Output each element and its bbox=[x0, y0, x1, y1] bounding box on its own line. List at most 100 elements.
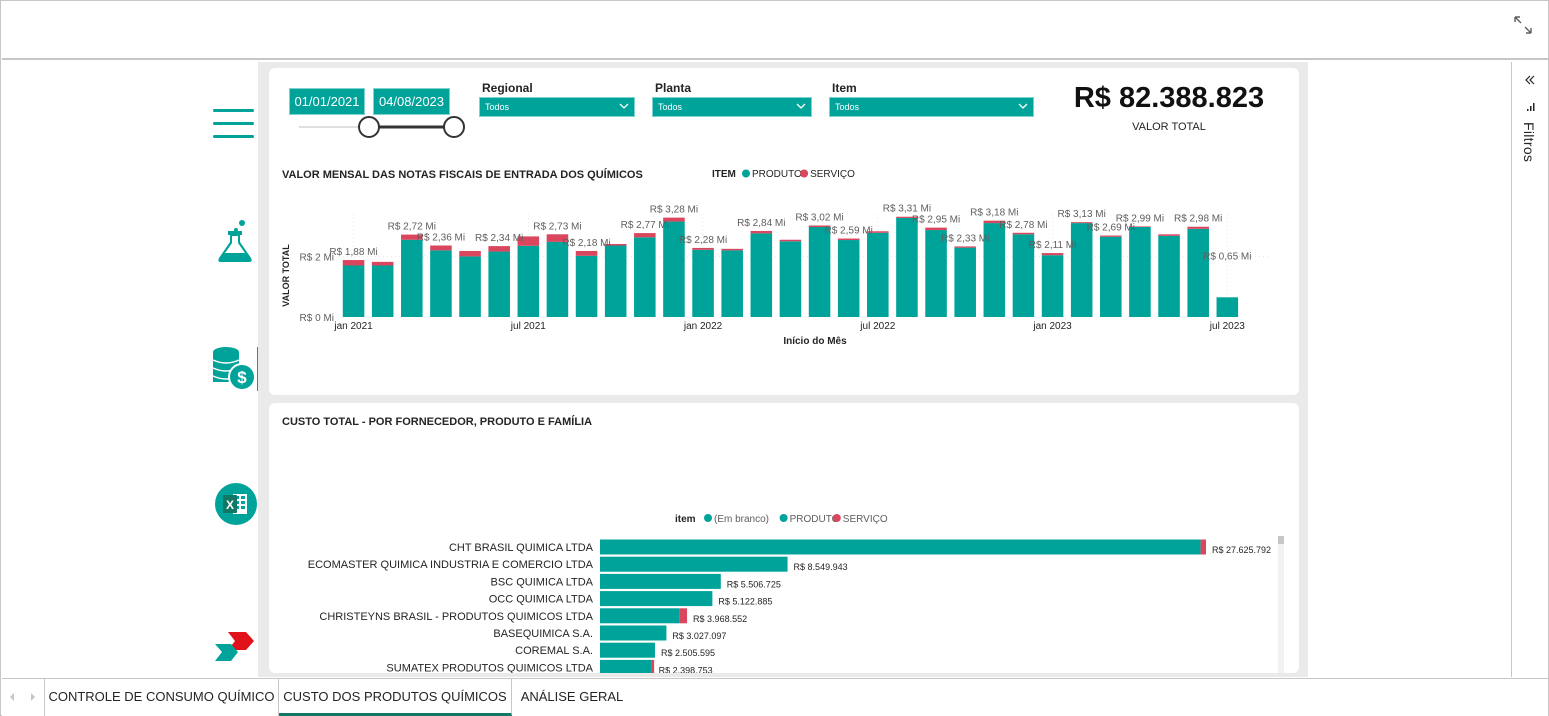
start-date-input[interactable]: 01/01/2021 bbox=[289, 88, 365, 115]
bar-produto bbox=[430, 250, 452, 317]
bar-produto bbox=[600, 539, 1201, 555]
bar-servico bbox=[925, 227, 947, 231]
x-tick-label: jan 2021 bbox=[333, 321, 373, 332]
end-date-input[interactable]: 04/08/2023 bbox=[373, 88, 450, 115]
monthly-chart: ITEM PRODUTO SERVIÇOR$ 0 MiR$ 2 MiVALOR TO… bbox=[281, 169, 1271, 347]
data-label: R$ 2,28 Mi bbox=[679, 235, 727, 246]
item-slicer-title: Item bbox=[832, 81, 857, 95]
y-tick-label: R$ 0 Mi bbox=[300, 313, 334, 324]
tab-scroll-right-icon[interactable] bbox=[29, 692, 37, 702]
monthly-legend: ITEM PRODUTO SERVIÇO bbox=[712, 169, 855, 180]
legend-title: ITEM bbox=[712, 169, 736, 180]
tab-scroll-left-icon[interactable] bbox=[8, 692, 16, 702]
bar-produto bbox=[600, 608, 680, 624]
filters-label[interactable]: Filtros bbox=[1521, 122, 1537, 162]
planta-dropdown[interactable]: Todos bbox=[652, 97, 812, 117]
data-label: R$ 2,34 Mi bbox=[475, 233, 523, 244]
regional-dropdown[interactable]: Todos bbox=[479, 97, 635, 117]
bar-servico bbox=[1158, 234, 1180, 236]
scrollbar-track bbox=[1278, 536, 1284, 673]
bar-produto bbox=[954, 247, 976, 317]
kpi-total-value: R$ 82.388.823 bbox=[1073, 82, 1265, 114]
bar-produto bbox=[1100, 236, 1122, 317]
expand-icon[interactable] bbox=[1512, 14, 1534, 36]
bar-produto bbox=[808, 227, 831, 317]
collapse-chevron-icon[interactable] bbox=[1525, 75, 1535, 85]
bar-servico bbox=[1187, 226, 1209, 229]
y-axis-label: VALOR TOTAL bbox=[281, 244, 291, 307]
x-axis-label: Início do Mês bbox=[783, 336, 847, 347]
legend-marker bbox=[779, 514, 788, 522]
bar-produto bbox=[1129, 227, 1151, 317]
data-label: R$ 3,18 Mi bbox=[970, 208, 1018, 219]
data-label: R$ 1,88 Mi bbox=[329, 247, 377, 258]
bar-produto bbox=[546, 241, 569, 317]
supplier-chart-card: CUSTO TOTAL - POR FORNECEDOR, PRODUTO E … bbox=[269, 403, 1299, 673]
value-label: R$ 5.506.725 bbox=[727, 579, 781, 589]
bar-servico bbox=[692, 247, 714, 250]
category-label: COREMAL S.A. bbox=[515, 645, 593, 657]
chevron-down-icon bbox=[619, 103, 629, 109]
bar-produto bbox=[604, 245, 627, 317]
legend-marker bbox=[704, 514, 712, 522]
data-label: R$ 2,18 Mi bbox=[562, 238, 610, 249]
x-tick-label: jan 2023 bbox=[1032, 321, 1072, 332]
data-label: R$ 2,73 Mi bbox=[533, 221, 581, 232]
filters-pane: Filtros bbox=[1511, 62, 1548, 677]
value-label: R$ 8.549.943 bbox=[794, 562, 848, 572]
item-dropdown[interactable]: Todos bbox=[829, 97, 1034, 117]
bar-servico bbox=[651, 659, 655, 673]
tab-controle-consumo[interactable]: CONTROLE DE CONSUMO QUÍMICO bbox=[44, 679, 279, 716]
bar-servico bbox=[634, 233, 656, 238]
category-label: CHT BRASIL QUIMICA LTDA bbox=[449, 542, 594, 554]
data-label: R$ 2,11 Mi bbox=[1029, 240, 1077, 251]
top-bar bbox=[2, 2, 1548, 60]
flask-icon[interactable] bbox=[216, 218, 254, 264]
legend-entry: PRODUTO bbox=[752, 169, 802, 180]
menu-icon[interactable] bbox=[212, 108, 256, 140]
bar-produto bbox=[1187, 228, 1209, 317]
bar-servico bbox=[679, 608, 688, 624]
bar-servico bbox=[954, 246, 976, 248]
category-label: BASEQUIMICA S.A. bbox=[493, 628, 593, 640]
bar-servico bbox=[779, 239, 802, 242]
coins-dollar-icon[interactable]: $ bbox=[212, 346, 260, 392]
bar-produto bbox=[401, 239, 423, 317]
supplier-chart: item (Em branco) PRODUTO SERVIÇO CHT BRASIL … bbox=[308, 514, 1284, 673]
data-label: R$ 2,98 Mi bbox=[1174, 214, 1222, 225]
bar-produto bbox=[837, 240, 860, 317]
date-range-slider[interactable] bbox=[297, 114, 467, 140]
bar-servico bbox=[488, 246, 510, 252]
legend-entry: SERVIÇO bbox=[810, 169, 855, 180]
tab-analise-geral[interactable]: ANÁLISE GERAL bbox=[512, 679, 632, 716]
supplier-legend: item (Em branco) PRODUTO SERVIÇO bbox=[675, 514, 888, 525]
bar-servico bbox=[342, 260, 365, 266]
x-tick-label: jul 2022 bbox=[859, 321, 895, 332]
value-label: R$ 2.398.753 bbox=[659, 665, 713, 673]
tab-custo-produtos[interactable]: CUSTO DOS PRODUTOS QUÍMICOS bbox=[279, 679, 512, 716]
bar-produto bbox=[896, 217, 918, 317]
scrollbar-thumb bbox=[1278, 536, 1284, 544]
value-label: R$ 3.968.552 bbox=[693, 614, 747, 624]
bar-produto bbox=[692, 249, 714, 317]
bar-servico bbox=[1012, 232, 1035, 235]
bar-produto bbox=[371, 265, 394, 317]
bar-produto bbox=[342, 265, 365, 317]
data-label: R$ 3,31 Mi bbox=[883, 204, 931, 215]
bar-servico bbox=[1041, 253, 1064, 256]
legend-entry: SERVIÇO bbox=[843, 514, 888, 525]
data-label: R$ 2,72 Mi bbox=[388, 222, 436, 233]
svg-text:$: $ bbox=[237, 368, 247, 387]
chevron-down-icon bbox=[796, 103, 806, 109]
value-label: R$ 5.122.885 bbox=[718, 597, 772, 607]
bar-produto bbox=[600, 556, 788, 572]
data-label: R$ 2,33 Mi bbox=[941, 233, 989, 244]
bar-servico bbox=[459, 250, 481, 257]
bar-produto bbox=[1216, 297, 1239, 317]
category-label: CHRISTEYNS BRASIL - PRODUTOS QUIMICOS LT… bbox=[319, 611, 593, 623]
logo-icon bbox=[215, 632, 254, 661]
bar-produto bbox=[600, 573, 721, 589]
excel-icon[interactable]: X bbox=[214, 482, 258, 526]
value-label: R$ 3.027.097 bbox=[672, 631, 726, 641]
bar-servico bbox=[575, 250, 598, 256]
